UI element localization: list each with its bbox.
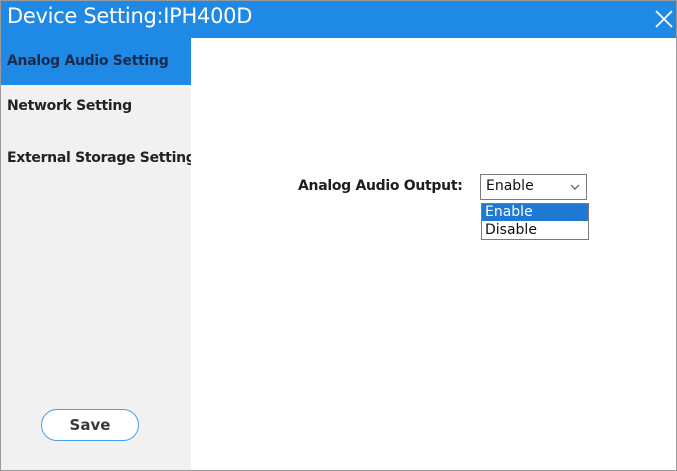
title-bar: Device Setting:IPH400D: [1, 1, 676, 38]
close-icon: [655, 10, 673, 28]
sidebar: Analog Audio Setting Network Setting Ext…: [1, 38, 196, 470]
analog-audio-output-label: Analog Audio Output:: [298, 178, 463, 194]
device-setting-window: Device Setting:IPH400D Analog Audio Sett…: [0, 0, 677, 471]
option-enable[interactable]: Enable: [482, 204, 588, 221]
analog-audio-output-select[interactable]: Enable: [480, 174, 587, 200]
sidebar-item-external-storage-setting[interactable]: External Storage Setting: [1, 135, 196, 182]
select-value: Enable: [486, 178, 534, 194]
option-disable[interactable]: Disable: [482, 222, 588, 239]
chevron-down-icon: [570, 184, 580, 190]
sidebar-item-analog-audio-setting[interactable]: Analog Audio Setting: [1, 38, 191, 85]
select-dropdown-list: Enable Disable: [481, 203, 589, 240]
sidebar-item-network-setting[interactable]: Network Setting: [1, 83, 191, 130]
window-title: Device Setting:IPH400D: [7, 4, 253, 28]
settings-panel: Analog Audio Output: Enable Enable Disab…: [191, 38, 676, 470]
close-button[interactable]: [642, 1, 676, 38]
save-button[interactable]: Save: [41, 409, 139, 441]
